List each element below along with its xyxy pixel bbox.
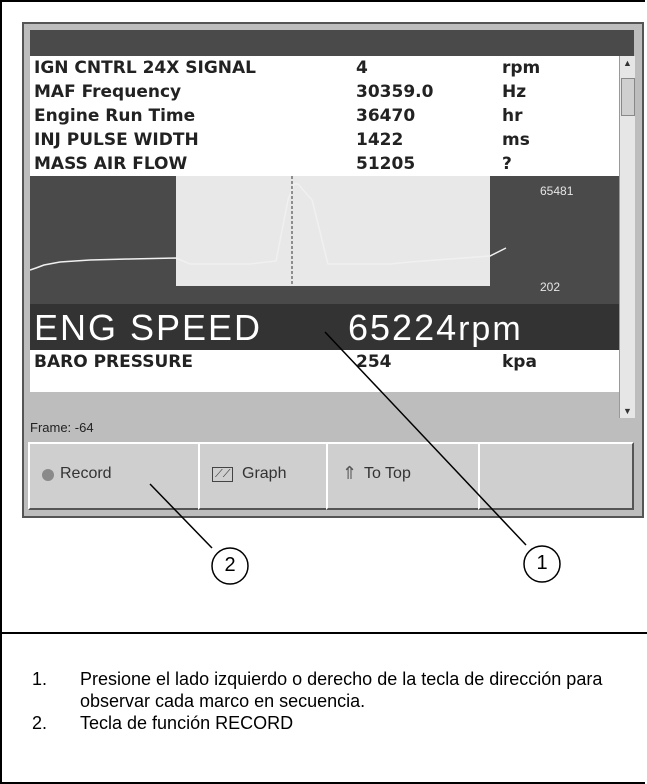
note-item: 1. Presione el lado izquierdo o derecho … xyxy=(32,668,644,712)
param-value: 1422 xyxy=(356,130,404,150)
graph-window xyxy=(176,176,490,286)
frame-indicator: Frame: -64 xyxy=(30,420,94,435)
graph-icon: ⟋⟋ xyxy=(212,467,234,482)
up-arrow-icon: ⇑ xyxy=(342,463,358,483)
param-name: Engine Run Time xyxy=(34,106,196,126)
note-number: 2. xyxy=(32,713,48,733)
record-button[interactable]: Record xyxy=(28,442,200,510)
scroll-up-icon[interactable]: ▲ xyxy=(623,58,632,68)
graph-label: Graph xyxy=(242,465,287,482)
param-row[interactable]: IGN CNTRL 24X SIGNAL 4 rpm xyxy=(30,56,619,80)
param-name: INJ PULSE WIDTH xyxy=(34,130,199,150)
to-top-button[interactable]: ⇑ To Top xyxy=(326,442,480,510)
param-unit: ? xyxy=(502,154,512,174)
scroll-down-icon[interactable]: ▼ xyxy=(623,406,632,416)
record-label: Record xyxy=(60,465,112,482)
parameter-list[interactable]: IGN CNTRL 24X SIGNAL 4 rpm MAF Frequency… xyxy=(30,56,619,176)
vertical-scrollbar[interactable]: ▲ ▼ xyxy=(619,56,635,418)
blank-function-button[interactable] xyxy=(478,442,634,510)
param-value: 254 xyxy=(356,352,392,372)
callout-1-number: 1 xyxy=(536,552,548,574)
record-dot-icon xyxy=(42,469,54,481)
highlighted-parameter[interactable]: ENG SPEED 65224rpm xyxy=(30,304,619,350)
param-row[interactable]: MAF Frequency 30359.0 Hz xyxy=(30,80,619,104)
to-top-label: To Top xyxy=(364,465,411,482)
param-name: BARO PRESSURE xyxy=(34,352,193,372)
data-graph[interactable]: 65481 202 xyxy=(30,176,619,304)
param-row[interactable]: Engine Run Time 36470 hr xyxy=(30,104,619,128)
param-name: MASS AIR FLOW xyxy=(34,154,188,174)
notes-list: 1. Presione el lado izquierdo o derecho … xyxy=(32,668,644,734)
scan-tool-screen: IGN CNTRL 24X SIGNAL 4 rpm MAF Frequency… xyxy=(22,22,644,518)
param-value: 51205 xyxy=(356,154,416,174)
param-name: IGN CNTRL 24X SIGNAL xyxy=(34,58,256,78)
highlighted-param-value: 65224rpm xyxy=(348,307,523,348)
param-value: 30359.0 xyxy=(356,82,434,102)
param-unit: ms xyxy=(502,130,530,150)
note-number: 1. xyxy=(32,669,48,689)
param-value: 4 xyxy=(356,58,368,78)
param-row[interactable]: MASS AIR FLOW 51205 ? xyxy=(30,152,619,176)
param-row[interactable]: INJ PULSE WIDTH 1422 ms xyxy=(30,128,619,152)
graph-plot xyxy=(30,176,507,286)
param-row[interactable]: BARO PRESSURE 254 kpa xyxy=(30,350,619,374)
param-unit: rpm xyxy=(502,58,541,78)
graph-button[interactable]: ⟋⟋ Graph xyxy=(198,442,328,510)
param-value: 36470 xyxy=(356,106,416,126)
param-unit: kpa xyxy=(502,352,537,372)
param-row-partial[interactable] xyxy=(30,374,619,392)
highlighted-param-unit: rpm xyxy=(458,310,523,348)
note-text: Tecla de función RECORD xyxy=(80,713,294,733)
param-unit: Hz xyxy=(502,82,527,102)
parameter-list-lower[interactable]: BARO PRESSURE 254 kpa xyxy=(30,350,619,392)
note-text: Presione el lado izquierdo o derecho de … xyxy=(80,669,603,711)
section-divider xyxy=(0,632,647,634)
highlighted-param-name: ENG SPEED xyxy=(34,307,263,348)
param-name: MAF Frequency xyxy=(34,82,182,102)
graph-min-label: 202 xyxy=(540,280,561,294)
callout-2-number: 2 xyxy=(224,554,236,576)
graph-max-label: 65481 xyxy=(540,184,574,198)
note-item: 2. Tecla de función RECORD xyxy=(32,712,644,734)
scroll-thumb[interactable] xyxy=(621,78,635,116)
function-key-bar: Record ⟋⟋ Graph ⇑ To Top xyxy=(28,442,638,510)
title-bar xyxy=(30,30,634,56)
param-unit: hr xyxy=(502,106,523,126)
